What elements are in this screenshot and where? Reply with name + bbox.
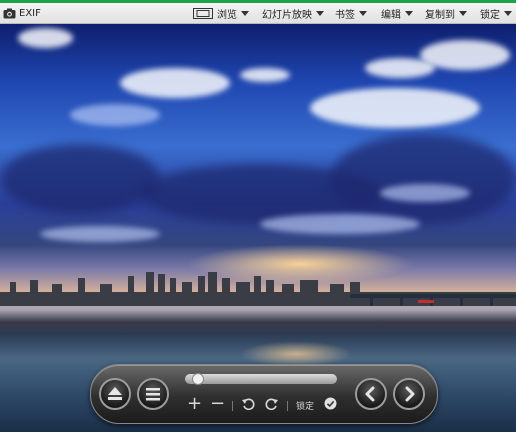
divider: [232, 401, 233, 411]
chevron-down-icon: [359, 10, 367, 16]
lock-label: 锁定: [480, 9, 500, 21]
browse-label: 浏览: [217, 9, 237, 21]
accent-bar: [0, 0, 516, 3]
lock-toggle-label[interactable]: 锁定: [296, 399, 314, 412]
edit-menu[interactable]: 编辑: [381, 5, 413, 21]
camera-icon: [3, 8, 16, 18]
chevron-down-icon: [504, 10, 512, 16]
divider: [287, 401, 288, 411]
copy-to-label: 复制到: [425, 9, 455, 21]
rotate-left-icon[interactable]: [241, 397, 255, 411]
bookmarks-label: 书签: [335, 9, 355, 21]
playback-control-panel: + − 锁定: [90, 364, 438, 424]
chevron-down-icon: [241, 10, 249, 16]
exif-label: EXIF: [19, 7, 41, 19]
menu-button[interactable]: [137, 378, 169, 410]
slideshow-label: 幻灯片放映: [262, 9, 312, 21]
slideshow-menu[interactable]: 幻灯片放映: [262, 5, 324, 21]
zoom-out-icon[interactable]: −: [210, 395, 225, 413]
eject-icon: [108, 387, 122, 400]
browse-menu[interactable]: 浏览: [193, 5, 249, 21]
hamburger-menu-icon: [146, 388, 160, 401]
check-circle-icon[interactable]: [324, 397, 337, 410]
chevron-right-icon: [405, 386, 415, 402]
rotate-right-icon[interactable]: [265, 397, 279, 411]
chevron-left-icon: [365, 386, 375, 402]
previous-button[interactable]: [355, 378, 387, 410]
chevron-down-icon: [459, 10, 467, 16]
copy-to-menu[interactable]: 复制到: [425, 5, 467, 21]
zoom-in-icon[interactable]: +: [187, 395, 202, 413]
lock-menu[interactable]: 锁定: [480, 5, 512, 21]
navigation-slider[interactable]: [185, 373, 337, 385]
edit-label: 编辑: [381, 9, 401, 21]
chevron-down-icon: [316, 10, 324, 16]
top-toolbar: EXIF 浏览 幻灯片放映 书签 编辑 复制到 锁定: [0, 0, 516, 24]
next-button[interactable]: [393, 378, 425, 410]
slider-knob[interactable]: [192, 373, 204, 385]
chevron-down-icon: [405, 10, 413, 16]
bookmarks-menu[interactable]: 书签: [335, 5, 367, 21]
eject-button[interactable]: [99, 378, 131, 410]
exif-button[interactable]: EXIF: [3, 5, 41, 21]
filmstrip-icon: [193, 7, 213, 19]
